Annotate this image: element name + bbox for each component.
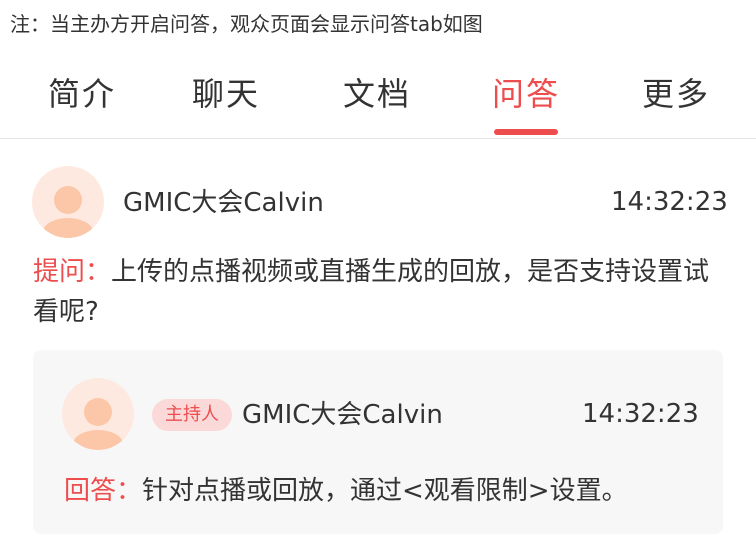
question-content: 提问：上传的点播视频或直播生成的回放，是否支持设置试看呢?	[33, 252, 723, 332]
tab-qa[interactable]: 问答	[492, 72, 560, 116]
question-text: 上传的点播视频或直播生成的回放，是否支持设置试看呢?	[33, 257, 710, 327]
question-label: 提问：	[33, 257, 112, 287]
tab-more[interactable]: 更多	[642, 72, 710, 116]
tab-intro[interactable]: 简介	[48, 72, 116, 116]
tab-chat[interactable]: 聊天	[192, 72, 260, 116]
answer-user-avatar-icon[interactable]	[62, 378, 134, 450]
answer-time: 14:32:23	[582, 399, 699, 429]
question-user-avatar-icon[interactable]	[32, 166, 104, 238]
qa-page: 注：当主办方开启问答，观众页面会显示问答tab如图 简介 聊天 文档 问答 更多…	[0, 0, 756, 544]
answer-user-name: GMIC大会Calvin	[242, 400, 443, 430]
answer-content: 回答：针对点播或回放，通过<观看限制>设置。	[64, 472, 628, 510]
tab-bar: 简介 聊天 文档 问答 更多	[0, 60, 756, 139]
annotation-note: 注：当主办方开启问答，观众页面会显示问答tab如图	[10, 12, 483, 36]
question-user-name: GMIC大会Calvin	[123, 188, 324, 218]
active-tab-indicator	[494, 129, 558, 135]
host-badge: 主持人	[152, 399, 232, 431]
answer-label: 回答：	[64, 476, 143, 506]
tab-docs[interactable]: 文档	[343, 72, 411, 116]
answer-text: 针对点播或回放，通过<观看限制>设置。	[142, 476, 628, 506]
question-time: 14:32:23	[611, 187, 728, 217]
